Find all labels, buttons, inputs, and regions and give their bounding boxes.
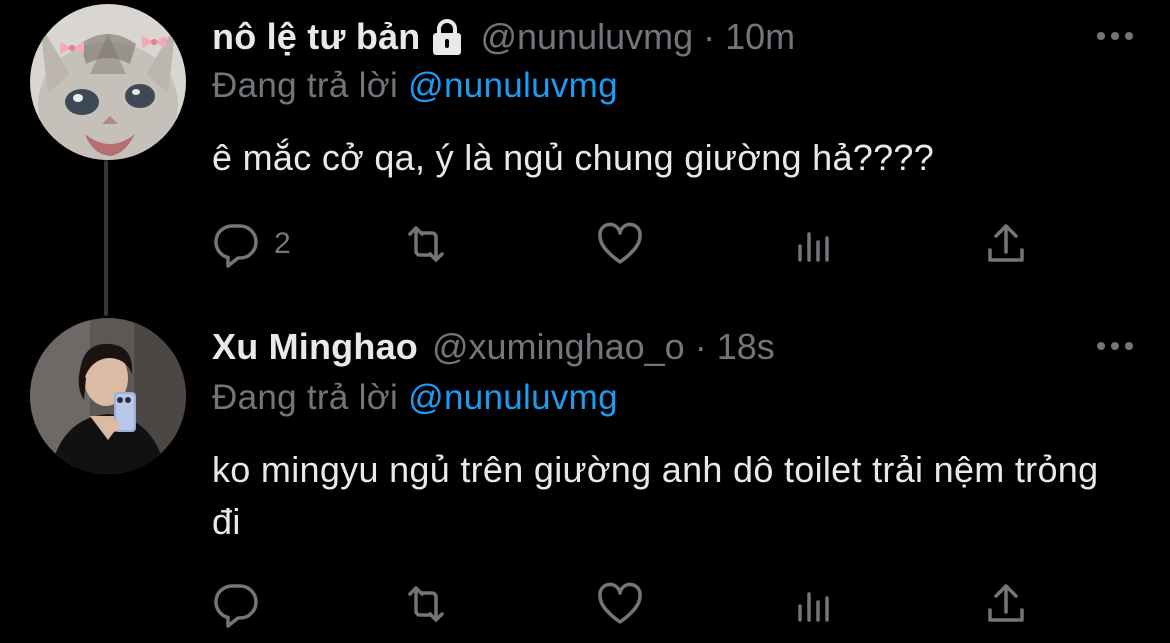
- reply-icon: [214, 584, 258, 628]
- reply-count: 2: [274, 227, 291, 260]
- share-button[interactable]: [982, 574, 1030, 634]
- timestamp[interactable]: 18s: [717, 326, 775, 368]
- reply-button[interactable]: 2: [212, 214, 291, 274]
- more-icon[interactable]: [1090, 326, 1140, 366]
- heart-icon: [598, 582, 642, 624]
- views-icon: [798, 592, 829, 622]
- retweet-icon: [408, 226, 444, 262]
- retweet-icon: [408, 586, 444, 622]
- share-icon: [988, 584, 1024, 622]
- tweet-text: ê mắc cở qa, ý là ngủ chung giường hả???…: [212, 137, 935, 178]
- kitten-avatar-image: [30, 4, 186, 160]
- display-name[interactable]: nô lệ tư bản: [212, 16, 420, 58]
- replying-to-mention[interactable]: @nunuluvmg: [408, 66, 618, 105]
- retweet-button[interactable]: [402, 574, 450, 634]
- timestamp[interactable]: 10m: [725, 16, 795, 58]
- tweet[interactable]: Xu Minghao @xuminghao_o · 18s Đang trả l…: [0, 318, 1170, 643]
- retweet-button[interactable]: [402, 214, 450, 274]
- replying-to: Đang trả lời @nunuluvmg: [212, 66, 618, 106]
- separator-dot: ·: [694, 326, 707, 367]
- reply-icon: [214, 224, 258, 268]
- tweet-text: ko mingyu ngủ trên giường anh dô toilet …: [212, 449, 1099, 542]
- share-button[interactable]: [982, 214, 1030, 274]
- more-icon[interactable]: [1090, 16, 1140, 56]
- replying-to: Đang trả lời @nunuluvmg: [212, 378, 618, 418]
- like-button[interactable]: [596, 574, 644, 634]
- tweet[interactable]: nô lệ tư bản @nunuluvmg · 10m Đang trả l…: [0, 0, 1170, 318]
- display-name[interactable]: Xu Minghao: [212, 326, 418, 368]
- like-button[interactable]: [596, 214, 644, 274]
- timeline: nô lệ tư bản @nunuluvmg · 10m Đang trả l…: [0, 0, 1170, 643]
- user-handle[interactable]: @nunuluvmg: [480, 16, 693, 58]
- views-icon: [798, 232, 829, 262]
- replying-to-label: Đang trả lời: [212, 66, 399, 105]
- user-handle[interactable]: @xuminghao_o: [432, 326, 685, 368]
- tweet-header: Xu Minghao @xuminghao_o · 18s: [212, 324, 775, 370]
- avatar[interactable]: [30, 318, 186, 474]
- tweet-actions: 2: [212, 214, 1042, 274]
- lock-icon: [428, 17, 466, 57]
- tweet-header: nô lệ tư bản @nunuluvmg · 10m: [212, 14, 795, 60]
- views-button[interactable]: [790, 574, 838, 634]
- person-avatar-image: [30, 318, 186, 474]
- avatar[interactable]: [30, 4, 186, 160]
- tweet-actions: [212, 574, 1042, 634]
- replying-to-mention[interactable]: @nunuluvmg: [408, 378, 618, 417]
- views-button[interactable]: [790, 214, 838, 274]
- heart-icon: [598, 222, 642, 264]
- reply-button[interactable]: [212, 574, 274, 634]
- replying-to-label: Đang trả lời: [212, 378, 399, 417]
- thread-connector-line: [104, 160, 108, 316]
- share-icon: [988, 224, 1024, 262]
- separator-dot: ·: [703, 16, 716, 57]
